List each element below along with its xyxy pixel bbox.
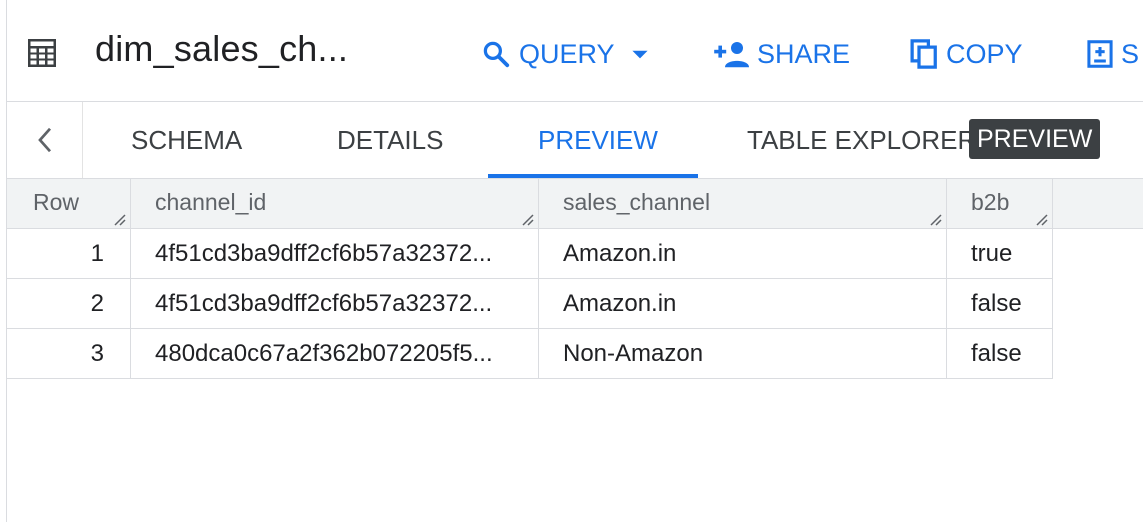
tab-bar: SCHEMA DETAILS PREVIEW TABLE EXPLORER PR… [7, 102, 1143, 179]
cell-b2b[interactable]: false [947, 279, 1053, 329]
grid-header-row: Row channel_id sales_channel b2b [7, 179, 1143, 229]
cell-channel-id[interactable]: 480dca0c67a2f362b072205f5... [131, 329, 539, 379]
column-header-channel-id: channel_id [131, 179, 539, 229]
header-filler [1053, 179, 1143, 229]
tab-schema[interactable]: SCHEMA [131, 102, 242, 178]
table-header: dim_sales_ch... QUERY SHARE COPY S [7, 0, 1143, 102]
table-row: 2 4f51cd3ba9dff2cf6b57a32372... Amazon.i… [7, 279, 1143, 329]
table-row: 3 480dca0c67a2f362b072205f5... Non-Amazo… [7, 329, 1143, 379]
query-button[interactable]: QUERY [481, 34, 653, 74]
cell-sales-channel[interactable]: Non-Amazon [539, 329, 947, 379]
person-add-icon [714, 42, 749, 68]
preview-badge: PREVIEW [969, 119, 1101, 159]
column-header-b2b: b2b [947, 179, 1053, 229]
column-header-row: Row [7, 179, 131, 229]
row-number: 3 [7, 329, 131, 379]
scroll-tabs-back-button[interactable] [7, 102, 83, 178]
table-row: 1 4f51cd3ba9dff2cf6b57a32372... Amazon.i… [7, 229, 1143, 279]
copy-button[interactable]: COPY [910, 34, 1023, 74]
snapshot-icon [1087, 40, 1113, 68]
column-resize-icon[interactable] [110, 210, 126, 226]
cell-channel-id[interactable]: 4f51cd3ba9dff2cf6b57a32372... [131, 279, 539, 329]
copy-icon [910, 39, 937, 69]
snapshot-label: S [1121, 38, 1140, 69]
snapshot-button[interactable]: S [1087, 34, 1139, 74]
row-filler [1053, 229, 1143, 279]
results-grid: Row channel_id sales_channel b2b 1 4f51c… [7, 179, 1143, 379]
tab-preview[interactable]: PREVIEW [538, 102, 658, 178]
caret-down-icon[interactable] [627, 41, 653, 67]
table-grid-icon [28, 39, 56, 67]
tab-details[interactable]: DETAILS [337, 102, 443, 178]
table-title: dim_sales_ch... [95, 28, 349, 69]
cell-b2b[interactable]: false [947, 329, 1053, 379]
cell-sales-channel[interactable]: Amazon.in [539, 229, 947, 279]
chevron-left-icon [37, 127, 51, 153]
table-preview-panel: dim_sales_ch... QUERY SHARE COPY S SCHEM… [6, 0, 1143, 522]
column-resize-icon[interactable] [518, 210, 534, 226]
row-number: 1 [7, 229, 131, 279]
column-resize-icon[interactable] [926, 210, 942, 226]
row-number: 2 [7, 279, 131, 329]
copy-label: COPY [946, 38, 1023, 69]
active-tab-indicator [488, 174, 698, 178]
cell-channel-id[interactable]: 4f51cd3ba9dff2cf6b57a32372... [131, 229, 539, 279]
cell-sales-channel[interactable]: Amazon.in [539, 279, 947, 329]
cell-b2b[interactable]: true [947, 229, 1053, 279]
row-filler [1053, 329, 1143, 379]
share-label: SHARE [757, 38, 851, 69]
query-label: QUERY [519, 38, 615, 69]
search-icon [483, 41, 510, 68]
tab-table-explorer[interactable]: TABLE EXPLORER [747, 102, 976, 178]
share-button[interactable]: SHARE [713, 34, 850, 74]
column-header-sales-channel: sales_channel [539, 179, 947, 229]
row-filler [1053, 279, 1143, 329]
column-resize-icon[interactable] [1032, 210, 1048, 226]
